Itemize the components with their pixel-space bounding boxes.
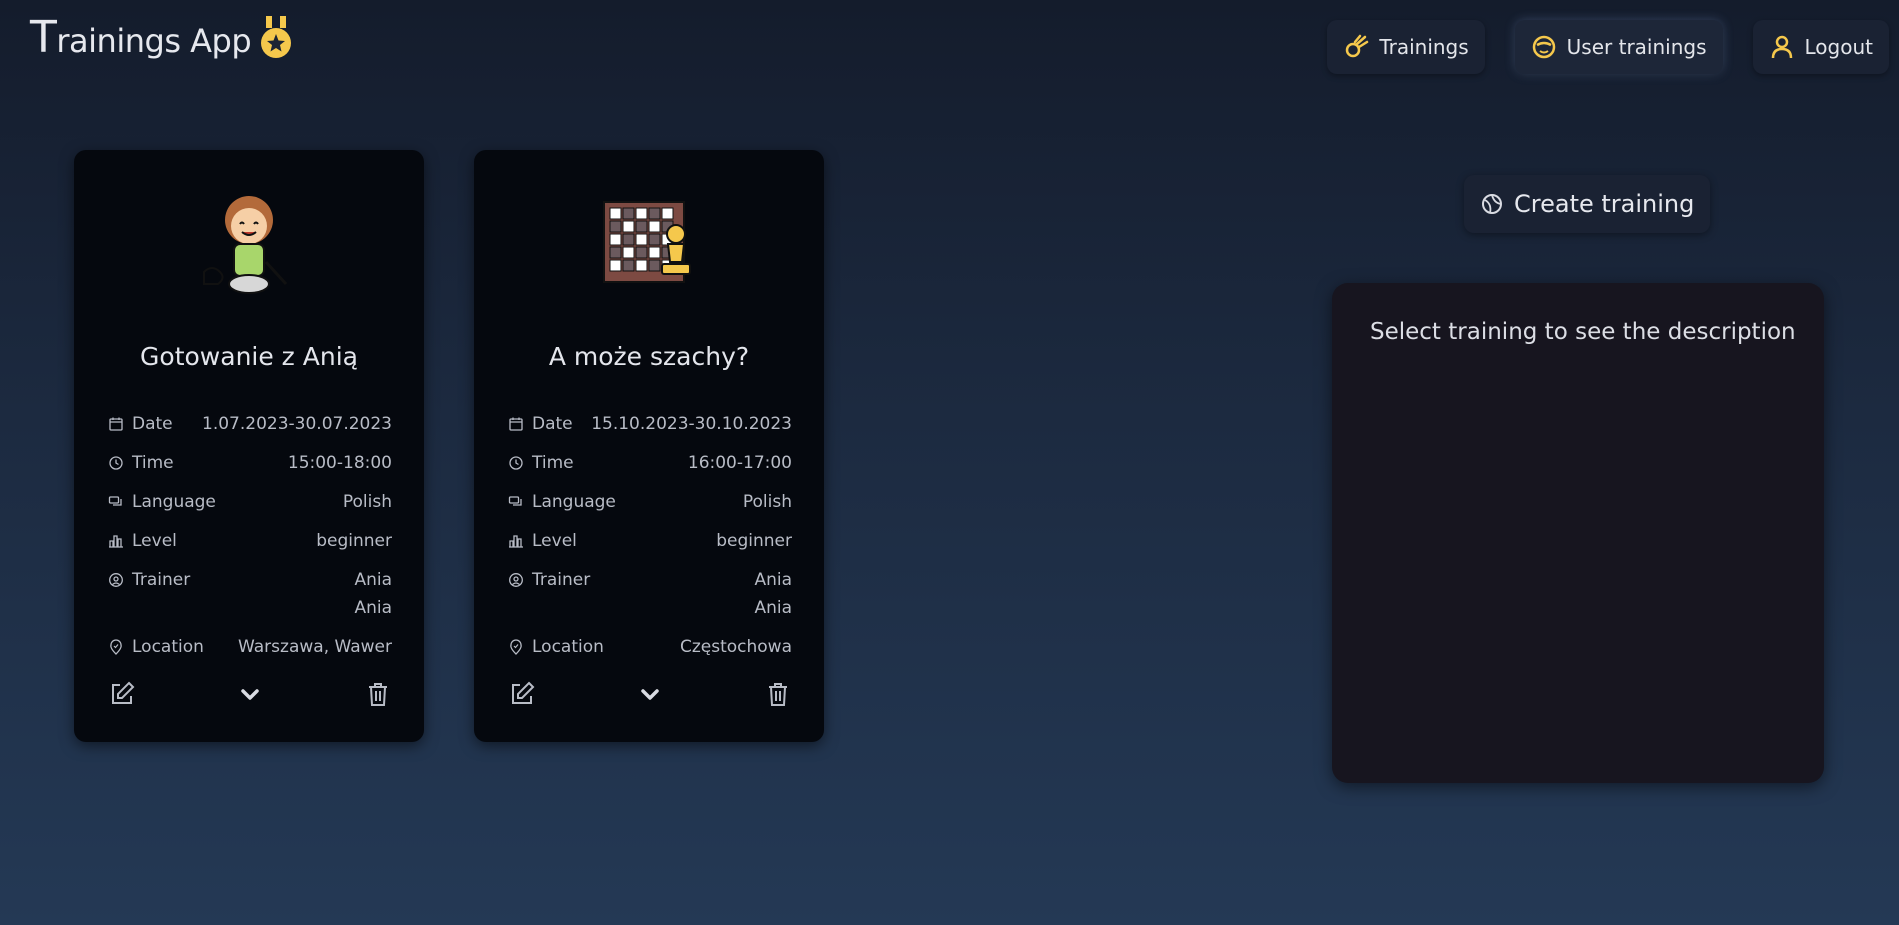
location-pin-icon <box>110 639 122 655</box>
detail-row-language: Language Polish <box>108 488 392 516</box>
chevron-down-icon[interactable] <box>636 680 664 708</box>
detail-row-level: Level beginner <box>508 527 792 555</box>
edit-icon[interactable] <box>508 680 536 708</box>
ball-icon <box>1482 194 1502 214</box>
date-value: 1.07.2023-30.07.2023 <box>202 414 392 434</box>
trainer-value: Ania Ania <box>354 566 392 622</box>
chat-icon <box>508 496 522 506</box>
detail-row-time: Time 15:00-18:00 <box>108 449 392 477</box>
cooking-girl-icon <box>203 196 288 294</box>
training-title: A może szachy? <box>548 342 750 371</box>
date-label: Date <box>532 414 573 434</box>
nav-logout-label: Logout <box>1804 35 1873 59</box>
create-training-button[interactable]: Create training <box>1464 175 1711 233</box>
app-logo: Trainings App <box>30 12 293 63</box>
detail-row-time: Time 16:00-17:00 <box>508 449 792 477</box>
trainer-label: Trainer <box>132 570 191 590</box>
trainer-first-name: Ania <box>354 570 392 590</box>
nav-trainings-button[interactable]: Trainings <box>1327 20 1485 74</box>
time-value: 16:00-17:00 <box>687 453 792 473</box>
detail-row-trainer: Trainer Ania Ania <box>508 566 792 622</box>
chat-icon <box>108 496 122 506</box>
training-details: Date 15.10.2023-30.10.2023 Time 16:00-17… <box>508 410 792 672</box>
time-label: Time <box>132 453 174 473</box>
detail-row-location: Location Częstochowa <box>508 633 792 661</box>
level-label: Level <box>532 531 577 551</box>
user-circle-icon <box>509 573 523 587</box>
detail-row-date: Date 15.10.2023-30.10.2023 <box>508 410 792 438</box>
level-label: Level <box>132 531 177 551</box>
medal-icon <box>261 15 292 58</box>
chevron-down-icon[interactable] <box>236 680 264 708</box>
edit-icon[interactable] <box>108 680 136 708</box>
nav-user-trainings-button[interactable]: User trainings <box>1514 20 1723 74</box>
user-circle-icon <box>109 573 123 587</box>
trash-icon[interactable] <box>364 680 392 708</box>
nav-trainings-label: Trainings <box>1379 35 1469 59</box>
bar-level-icon <box>509 535 523 548</box>
trainer-label: Trainer <box>532 570 591 590</box>
location-value: Warszawa, Wawer <box>238 637 392 657</box>
clock-icon <box>509 456 523 470</box>
language-value: Polish <box>742 492 792 512</box>
date-label: Date <box>132 414 173 434</box>
level-value: beginner <box>716 531 792 551</box>
trainer-first-name: Ania <box>754 570 792 590</box>
language-label: Language <box>132 492 216 512</box>
nav-user-trainings-label: User trainings <box>1566 35 1707 59</box>
user-icon <box>1771 35 1792 59</box>
detail-row-location: Location Warszawa, Wawer <box>108 633 392 661</box>
bar-level-icon <box>109 535 123 548</box>
location-value: Częstochowa <box>679 637 792 657</box>
date-value: 15.10.2023-30.10.2023 <box>591 414 792 434</box>
training-card[interactable]: Gotowanie z Anią Date 1.07.2023-30.07.20… <box>74 150 424 742</box>
trainer-last-name: Ania <box>754 598 792 618</box>
training-card[interactable]: A może szachy? Date 15.10.2023-30.10.202… <box>474 150 824 742</box>
location-label: Location <box>132 637 204 657</box>
detail-row-trainer: Trainer Ania Ania <box>108 566 392 622</box>
card-actions <box>108 680 392 708</box>
description-panel: Select training to see the description <box>1332 283 1824 783</box>
top-nav: Trainings User trainings Logout <box>1327 20 1889 74</box>
detail-row-date: Date 1.07.2023-30.07.2023 <box>108 410 392 438</box>
card-actions <box>508 680 792 708</box>
trainer-value: Ania Ania <box>754 566 792 622</box>
calendar-icon <box>509 417 523 431</box>
nav-logout-button[interactable]: Logout <box>1752 20 1889 74</box>
chess-board-icon <box>603 201 691 283</box>
location-pin-icon <box>510 639 522 655</box>
training-title: Gotowanie z Anią <box>140 342 358 371</box>
trash-icon[interactable] <box>764 680 792 708</box>
comet-icon <box>1346 34 1369 58</box>
time-value: 15:00-18:00 <box>287 453 392 473</box>
detail-row-level: Level beginner <box>108 527 392 555</box>
time-label: Time <box>532 453 574 473</box>
level-value: beginner <box>316 531 392 551</box>
language-value: Polish <box>342 492 392 512</box>
create-training-label: Create training <box>1514 190 1695 218</box>
description-title: Select training to see the description <box>1370 319 1796 345</box>
clock-icon <box>109 456 123 470</box>
calendar-icon <box>109 417 123 431</box>
language-label: Language <box>532 492 616 512</box>
detail-row-language: Language Polish <box>508 488 792 516</box>
trainer-last-name: Ania <box>354 598 392 618</box>
mask-face-icon <box>1532 35 1555 59</box>
app-title: Trainings App <box>30 12 252 63</box>
training-details: Date 1.07.2023-30.07.2023 Time 15:00-18:… <box>108 410 392 672</box>
location-label: Location <box>532 637 604 657</box>
